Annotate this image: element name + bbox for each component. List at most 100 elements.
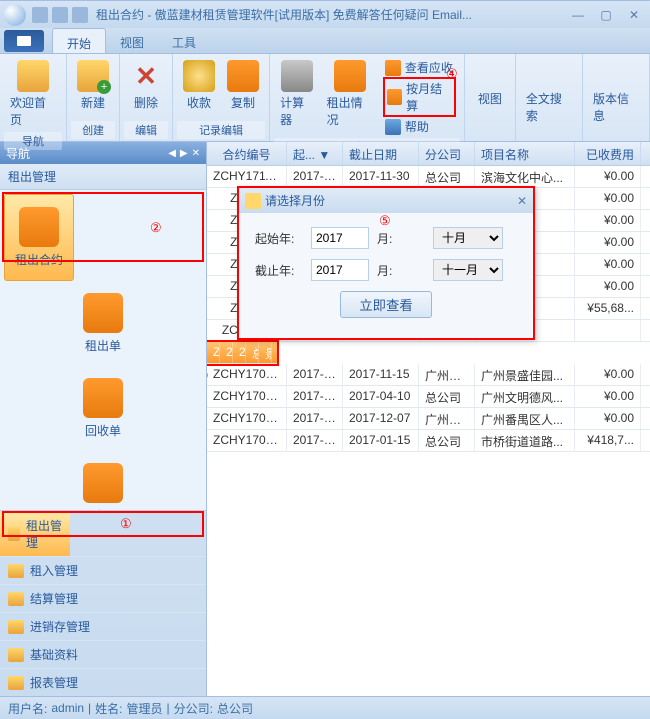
fulltext-search-button[interactable]: 全文搜索 [520, 56, 578, 139]
dialog-close-button[interactable]: ✕ [517, 194, 527, 208]
month-select-dialog: 请选择月份 ✕ ⑤ 起始年: 月: 十月 截止年: 月: 十一月 立即查看 [237, 186, 535, 340]
cell: 2017-0... [287, 386, 343, 407]
folder-icon [8, 592, 24, 606]
end-year-input[interactable] [311, 259, 369, 281]
nav-categories: ① 租出管理租入管理结算管理进销存管理基础资料报表管理 [0, 510, 206, 696]
calc-button[interactable]: 计算器 [274, 56, 321, 138]
col-end-date[interactable]: 截止日期 [343, 142, 419, 165]
nav-cat-租入管理[interactable]: 租入管理 [0, 556, 206, 584]
group-nav-label: 导航 [4, 132, 62, 150]
tab-view[interactable]: 视图 [106, 28, 158, 53]
status-co: 总公司 [217, 700, 253, 717]
nav-cat-租出管理[interactable]: 租出管理 [0, 511, 70, 556]
tab-start[interactable]: 开始 [52, 28, 106, 53]
app-orb[interactable] [4, 4, 26, 26]
monthly-settle-button[interactable]: 按月结算 [383, 77, 456, 117]
col-branch[interactable]: 分公司 [419, 142, 475, 165]
cell: 广州景盛佳园... [475, 364, 575, 385]
cell: ¥0.00 [575, 364, 641, 385]
view-button[interactable]: 视图 [469, 56, 511, 139]
nav-cat-结算管理[interactable]: 结算管理 [0, 584, 206, 612]
dialog-icon [245, 193, 261, 209]
status-bar: 用户名: admin | 姓名: 管理员 | 分公司: 总公司 [0, 696, 650, 719]
table-row[interactable]: ZCHY1702...2017-0...2017-01-15总公司市桥街道道路.… [207, 430, 650, 452]
qat [32, 7, 88, 23]
folder-icon [83, 463, 123, 503]
nav-item-租出合约[interactable]: 租出合约 [4, 194, 74, 281]
col-received[interactable]: 已收费用 [575, 142, 641, 165]
nav-item-回收单[interactable]: 回收单 [4, 366, 202, 451]
end-month-select[interactable]: 十一月 [433, 259, 503, 281]
help-button[interactable]: 帮助 [383, 117, 456, 136]
delete-icon [130, 60, 162, 92]
rent-button[interactable]: 租出情况 [321, 56, 379, 138]
cell: 广州番... [419, 364, 475, 385]
cell: 广州番禺区人... [475, 408, 575, 429]
data-grid: 合约编号 起... ▼ 截止日期 分公司 项目名称 已收费用 ③ ZCHY171… [207, 142, 650, 696]
mark-5: ⑤ [379, 213, 391, 229]
home-button[interactable]: 欢迎首页 [4, 56, 62, 132]
new-button[interactable]: 新建 [71, 56, 115, 121]
maximize-button[interactable]: ▢ [594, 7, 618, 23]
dialog-titlebar[interactable]: 请选择月份 ✕ [239, 188, 533, 213]
table-row[interactable]: ZCHY1702...2017-0...2017-12-07广州番...广州番禺… [207, 408, 650, 430]
monthly-icon [387, 89, 402, 105]
qat-icon[interactable] [32, 7, 48, 23]
cell: ZCHY1702... [207, 342, 220, 363]
nav-item-租出单[interactable]: 租出单 [4, 281, 202, 366]
end-year-label: 截止年: [255, 262, 303, 279]
cell: 2017-11-30 [343, 166, 419, 187]
col-contract-no[interactable]: 合约编号 [207, 142, 287, 165]
check-receivable-button[interactable]: 查看应收 [383, 58, 456, 77]
nav-cat-基础资料[interactable]: 基础资料 [0, 640, 206, 668]
nav-fwd[interactable]: ▶ [180, 148, 188, 159]
nav-cat-进销存管理[interactable]: 进销存管理 [0, 612, 206, 640]
income-button[interactable]: 收款 [177, 56, 221, 121]
tab-tools[interactable]: 工具 [158, 28, 210, 53]
cell: ZCHY1711... [207, 166, 287, 187]
group-edit-label: 编辑 [124, 121, 168, 139]
new-icon [77, 60, 109, 92]
col-start-date[interactable]: 起... ▼ [287, 142, 343, 165]
start-year-input[interactable] [311, 227, 369, 249]
group-create-label: 创建 [71, 121, 115, 139]
table-row[interactable]: ZCHY1702...2017-0...2017-04-10总公司广州文明德风.… [207, 386, 650, 408]
nav-back[interactable]: ◀ [168, 148, 176, 159]
nav-tree: ② 租出合约租出单回收单丢损单 [0, 190, 206, 510]
close-button[interactable]: ✕ [622, 7, 646, 23]
table-row[interactable]: ZCHY1702...2017-0...2017-11-15广州番...广州景盛… [207, 364, 650, 386]
calc-icon [281, 60, 313, 92]
cell: ¥0.00 [575, 210, 641, 231]
cell: 总公司 [419, 386, 475, 407]
nav-cat-报表管理[interactable]: 报表管理 [0, 668, 206, 696]
folder-icon [19, 207, 59, 247]
month-label-2: 月: [377, 262, 425, 279]
cell: ¥0.00 [575, 232, 641, 253]
delete-button[interactable]: 删除 [124, 56, 168, 121]
table-row[interactable]: ZCHY1711...2017-1...2017-11-30总公司滨海文化中心.… [207, 166, 650, 188]
qat-icon[interactable] [72, 7, 88, 23]
receivable-icon [385, 60, 401, 76]
minimize-button[interactable]: — [566, 7, 590, 23]
view-now-button[interactable]: 立即查看 [340, 291, 431, 318]
start-month-select[interactable]: 十月 [433, 227, 503, 249]
nav-item-丢损单[interactable]: 丢损单 [4, 451, 202, 510]
status-user: admin [51, 701, 84, 715]
app-menu-button[interactable] [4, 30, 44, 52]
cell: 2017-01-15 [343, 430, 419, 451]
col-project[interactable]: 项目名称 [475, 142, 575, 165]
ribbon: 欢迎首页 导航 新建 创建 删除 编辑 收款 复制 记录编辑 计算器 租出情况 … [0, 54, 650, 142]
nav-close[interactable]: ✕ [192, 148, 200, 159]
table-row[interactable]: ZCHY1702...2017-0...2017-12-01总公司景秀花园三期.… [207, 342, 277, 364]
home-icon [17, 60, 49, 92]
cell: 2017-12-01 [233, 342, 246, 363]
qat-icon[interactable] [52, 7, 68, 23]
cell: 2017-04-10 [343, 386, 419, 407]
folder-icon [83, 293, 123, 333]
mark-4: ④ [446, 66, 458, 82]
copy-button[interactable]: 复制 [221, 56, 265, 121]
menu-tabs: 开始 视图 工具 [0, 28, 650, 54]
window-title: 租出合约 - 傲蓝建材租赁管理软件[试用版本] 免费解答任何疑问 Email..… [88, 6, 566, 23]
version-button[interactable]: 版本信息 [587, 56, 645, 139]
cell: 2017-11-15 [343, 364, 419, 385]
